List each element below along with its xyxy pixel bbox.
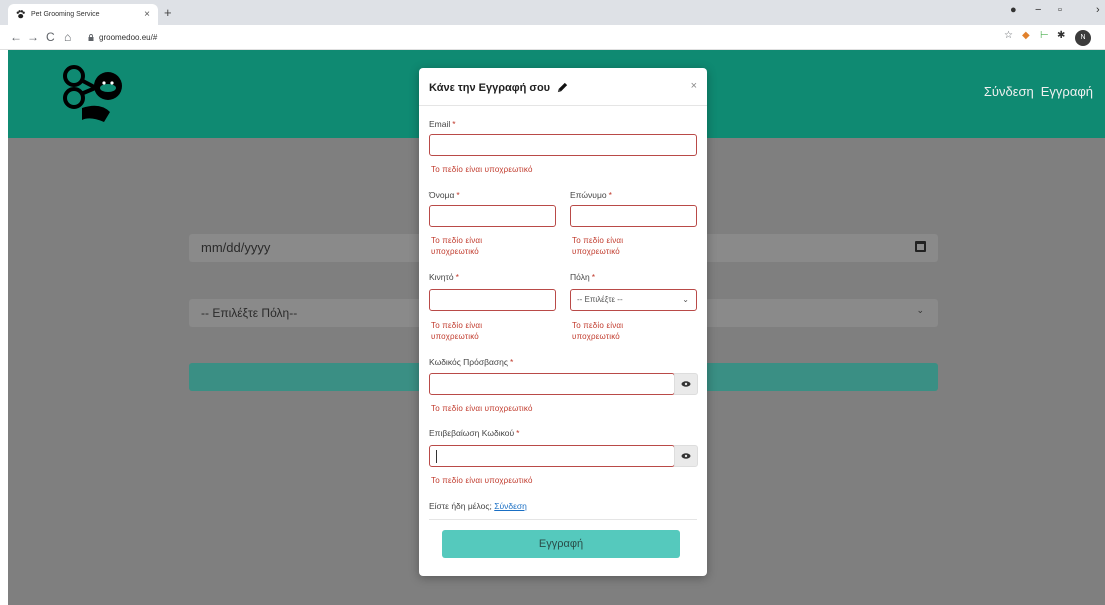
city-select[interactable]: -- Επιλέξτε -- ⌄	[570, 289, 697, 311]
browser-tab-bar: Pet Grooming Service × + ● − ▫ ›	[0, 0, 1105, 25]
puzzle-icon[interactable]: ✱	[1057, 30, 1065, 41]
url-field[interactable]: groomedoo.eu/#	[88, 29, 988, 46]
new-tab-button[interactable]: +	[164, 5, 172, 20]
toggle-confirm-password-button[interactable]	[674, 445, 698, 467]
first-name-label: Όνομα *	[429, 190, 460, 200]
maximize-button[interactable]: ▫	[1058, 4, 1062, 16]
pencil-icon	[557, 82, 568, 93]
register-modal: Κάνε την Εγγραφή σου × Email * Το πεδίο ε…	[419, 68, 707, 576]
minimize-button[interactable]: −	[1035, 4, 1041, 16]
nav-register-link[interactable]: Εγγραφή	[1041, 84, 1093, 99]
mobile-label: Κινητό *	[429, 272, 459, 282]
browser-tab[interactable]: Pet Grooming Service ×	[8, 4, 158, 25]
extension-icon[interactable]: ◆	[1022, 30, 1030, 41]
date-placeholder: mm/dd/yyyy	[201, 240, 271, 255]
login-link[interactable]: Σύνδεση	[494, 501, 527, 511]
first-name-field[interactable]	[429, 205, 556, 227]
last-name-error: Το πεδίο είναι υποχρεωτικό	[572, 236, 624, 256]
confirm-password-error: Το πεδίο είναι υποχρεωτικό	[431, 476, 533, 485]
email-label: Email *	[429, 119, 456, 129]
mobile-error: Το πεδίο είναι υποχρεωτικό	[431, 321, 483, 341]
chevron-down-icon: ⌄	[916, 305, 924, 315]
email-field[interactable]	[429, 134, 697, 156]
tab-title: Pet Grooming Service	[31, 11, 100, 18]
password-label: Κωδικός Πρόσβασης *	[429, 357, 514, 367]
password-field[interactable]	[429, 373, 675, 395]
modal-header: Κάνε την Εγγραφή σου ×	[419, 68, 707, 106]
modal-title: Κάνε την Εγγραφή σου	[429, 81, 569, 94]
text-cursor	[436, 450, 437, 463]
close-window-icon[interactable]: ›	[1096, 4, 1100, 16]
extension-icon[interactable]: ⊢	[1040, 30, 1049, 41]
account-circle-icon[interactable]: ●	[1010, 4, 1017, 16]
logo-scissors-dog-icon[interactable]	[60, 62, 130, 124]
mobile-field[interactable]	[429, 289, 556, 311]
last-name-field[interactable]	[570, 205, 697, 227]
city-error: Το πεδίο είναι υποχρεωτικό	[572, 321, 624, 341]
chevron-down-icon: ⌄	[682, 295, 689, 304]
star-icon[interactable]: ☆	[1004, 30, 1013, 41]
city-placeholder: -- Επιλέξτε Πόλη--	[201, 306, 298, 320]
register-submit-button[interactable]: Εγγραφή	[442, 530, 680, 558]
reload-button[interactable]: C	[46, 30, 55, 44]
address-bar: ← → C ⌂ groomedoo.eu/# ☆ ◆ ⊢ ✱	[0, 25, 1105, 50]
divider	[429, 519, 697, 520]
first-name-error: Το πεδίο είναι υποχρεωτικό	[431, 236, 483, 256]
last-name-label: Επώνυμο *	[570, 190, 612, 200]
modal-title-text: Κάνε την Εγγραφή σου	[429, 81, 551, 94]
toggle-password-button[interactable]	[674, 373, 698, 395]
back-button[interactable]: ←	[10, 30, 22, 44]
tab-close-icon[interactable]: ×	[144, 9, 150, 20]
paw-icon	[16, 10, 25, 19]
forward-button[interactable]: →	[27, 30, 39, 44]
site-nav: Σύνδεση Εγγραφή	[984, 84, 1093, 99]
close-icon[interactable]: ×	[691, 80, 697, 92]
eye-icon	[681, 381, 691, 387]
password-error: Το πεδίο είναι υποχρεωτικό	[431, 404, 533, 413]
profile-avatar[interactable]: N	[1075, 30, 1091, 46]
url-text: groomedoo.eu/#	[99, 33, 158, 42]
city-label: Πόλη *	[570, 272, 595, 282]
city-select-value: -- Επιλέξτε --	[577, 295, 623, 304]
email-error: Το πεδίο είναι υποχρεωτικό	[431, 165, 533, 174]
nav-login-link[interactable]: Σύνδεση	[984, 84, 1034, 99]
calendar-icon	[915, 241, 926, 252]
already-member-text: Είστε ήδη μέλος; Σύνδεση	[429, 501, 527, 511]
confirm-password-field[interactable]	[429, 445, 675, 467]
confirm-password-label: Επιβεβαίωση Κωδικού *	[429, 428, 520, 438]
eye-icon	[681, 453, 691, 459]
lock-icon	[88, 34, 94, 41]
home-button[interactable]: ⌂	[64, 30, 71, 44]
